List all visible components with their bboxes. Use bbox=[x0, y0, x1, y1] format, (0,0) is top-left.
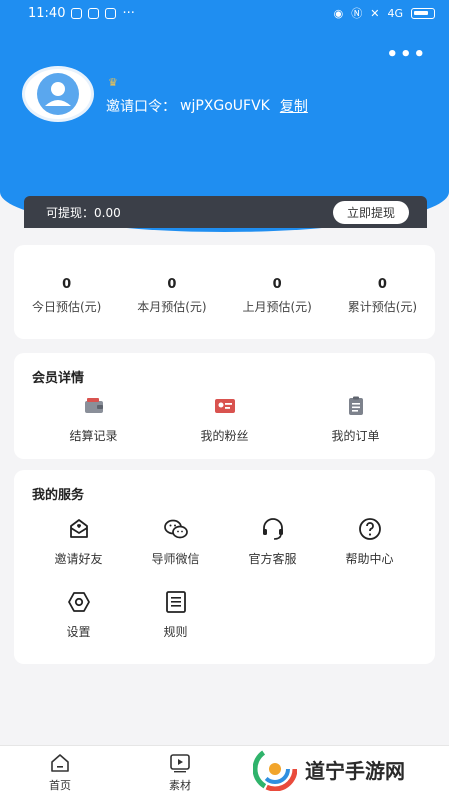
tab-label: 素材 bbox=[169, 778, 191, 792]
battery-icon bbox=[411, 7, 435, 19]
tab-label: 首页 bbox=[49, 778, 71, 792]
watermark-text: 道宁手游网 bbox=[305, 758, 405, 783]
my-fans-button[interactable]: 我的粉丝 bbox=[159, 395, 290, 444]
my-orders-button[interactable]: 我的订单 bbox=[290, 395, 421, 444]
withdrawable-amount: 可提现：0.00 bbox=[46, 205, 121, 220]
item-label: 邀请好友 bbox=[54, 552, 103, 566]
headset-icon bbox=[262, 518, 283, 540]
stat-today[interactable]: 0 今日预估(元) bbox=[14, 245, 119, 339]
status-time: 11:40 bbox=[28, 5, 66, 21]
wallet-icon bbox=[84, 398, 103, 413]
rules-button[interactable]: 规则 bbox=[127, 589, 224, 640]
media-play-icon bbox=[170, 753, 190, 772]
notification-icon bbox=[88, 7, 100, 19]
stat-total[interactable]: 0 累计预估(元) bbox=[330, 245, 435, 339]
mute-icon: ✕ bbox=[370, 6, 380, 20]
invite-code: wjPXGoUFVK bbox=[180, 98, 270, 114]
settlement-records-button[interactable]: 结算记录 bbox=[28, 395, 159, 444]
copy-button[interactable]: 复制 bbox=[280, 96, 308, 116]
rules-list-icon bbox=[165, 591, 186, 613]
stat-value: 0 bbox=[377, 277, 387, 292]
earnings-stats-card: 0 今日预估(元) 0 本月预估(元) 0 上月预估(元) 0 累计预估(元) bbox=[14, 245, 435, 339]
eye-icon: ◉ bbox=[333, 6, 344, 20]
clipboard-icon bbox=[348, 396, 363, 415]
stat-label: 今日预估(元) bbox=[31, 300, 102, 314]
notification-icon bbox=[71, 7, 83, 19]
avatar[interactable] bbox=[22, 66, 94, 122]
customer-service-button[interactable]: 官方客服 bbox=[224, 516, 321, 567]
item-label: 我的粉丝 bbox=[200, 429, 249, 443]
withdraw-bar: 可提现：0.00 立即提现 bbox=[24, 196, 427, 228]
my-services-card: 我的服务 邀请好友 导师微信 官方客服 帮助中心 设置 规则 bbox=[14, 470, 435, 664]
withdraw-button[interactable]: 立即提现 bbox=[332, 200, 409, 224]
network-type: 4G bbox=[387, 6, 403, 20]
section-title: 会员详情 bbox=[32, 371, 85, 386]
invite-friends-button[interactable]: 邀请好友 bbox=[30, 516, 127, 567]
more-notifications-icon: ··· bbox=[122, 5, 135, 21]
member-details-card: 会员详情 结算记录 我的粉丝 我的订单 bbox=[14, 353, 435, 459]
item-label: 帮助中心 bbox=[345, 552, 394, 566]
notification-icon bbox=[105, 7, 117, 19]
tab-materials[interactable]: 素材 bbox=[120, 746, 240, 799]
tab-home[interactable]: 首页 bbox=[0, 746, 120, 799]
help-center-button[interactable]: 帮助中心 bbox=[321, 516, 418, 567]
stat-month[interactable]: 0 本月预估(元) bbox=[119, 245, 224, 339]
stat-value: 0 bbox=[62, 277, 72, 292]
item-label: 导师微信 bbox=[151, 552, 200, 566]
user-avatar-icon bbox=[37, 73, 79, 115]
crown-icon: ♛ bbox=[108, 76, 118, 89]
stat-value: 0 bbox=[167, 277, 177, 292]
id-card-icon bbox=[214, 399, 235, 413]
home-icon bbox=[51, 753, 69, 772]
invite-label: 邀请口令： bbox=[106, 99, 176, 115]
stat-value: 0 bbox=[272, 277, 282, 292]
item-label: 结算记录 bbox=[69, 429, 118, 443]
stat-label: 本月预估(元) bbox=[137, 300, 207, 314]
section-title: 我的服务 bbox=[32, 488, 85, 503]
settings-icon bbox=[67, 592, 90, 612]
site-watermark: 道宁手游网 bbox=[253, 745, 439, 793]
item-label: 设置 bbox=[66, 625, 91, 639]
invite-mail-icon bbox=[69, 519, 88, 538]
item-label: 我的订单 bbox=[331, 429, 380, 443]
watermark-logo-icon bbox=[253, 747, 297, 791]
settings-button[interactable]: 设置 bbox=[30, 589, 127, 640]
mentor-wechat-button[interactable]: 导师微信 bbox=[127, 516, 224, 567]
nfc-icon: Ⓝ bbox=[351, 7, 363, 20]
wechat-icon bbox=[163, 519, 188, 539]
stat-label: 累计预估(元) bbox=[347, 300, 418, 314]
status-bar: 11:40 ··· ◉ Ⓝ ✕ 4G bbox=[0, 0, 449, 26]
stat-last-month[interactable]: 0 上月预估(元) bbox=[225, 245, 330, 339]
item-label: 官方客服 bbox=[248, 552, 297, 566]
more-menu-button[interactable]: ••• bbox=[386, 44, 427, 65]
stat-label: 上月预估(元) bbox=[242, 300, 312, 314]
help-icon bbox=[358, 518, 381, 540]
item-label: 规则 bbox=[163, 625, 188, 639]
invite-row: 邀请口令： wjPXGoUFVK 复制 bbox=[106, 96, 308, 116]
